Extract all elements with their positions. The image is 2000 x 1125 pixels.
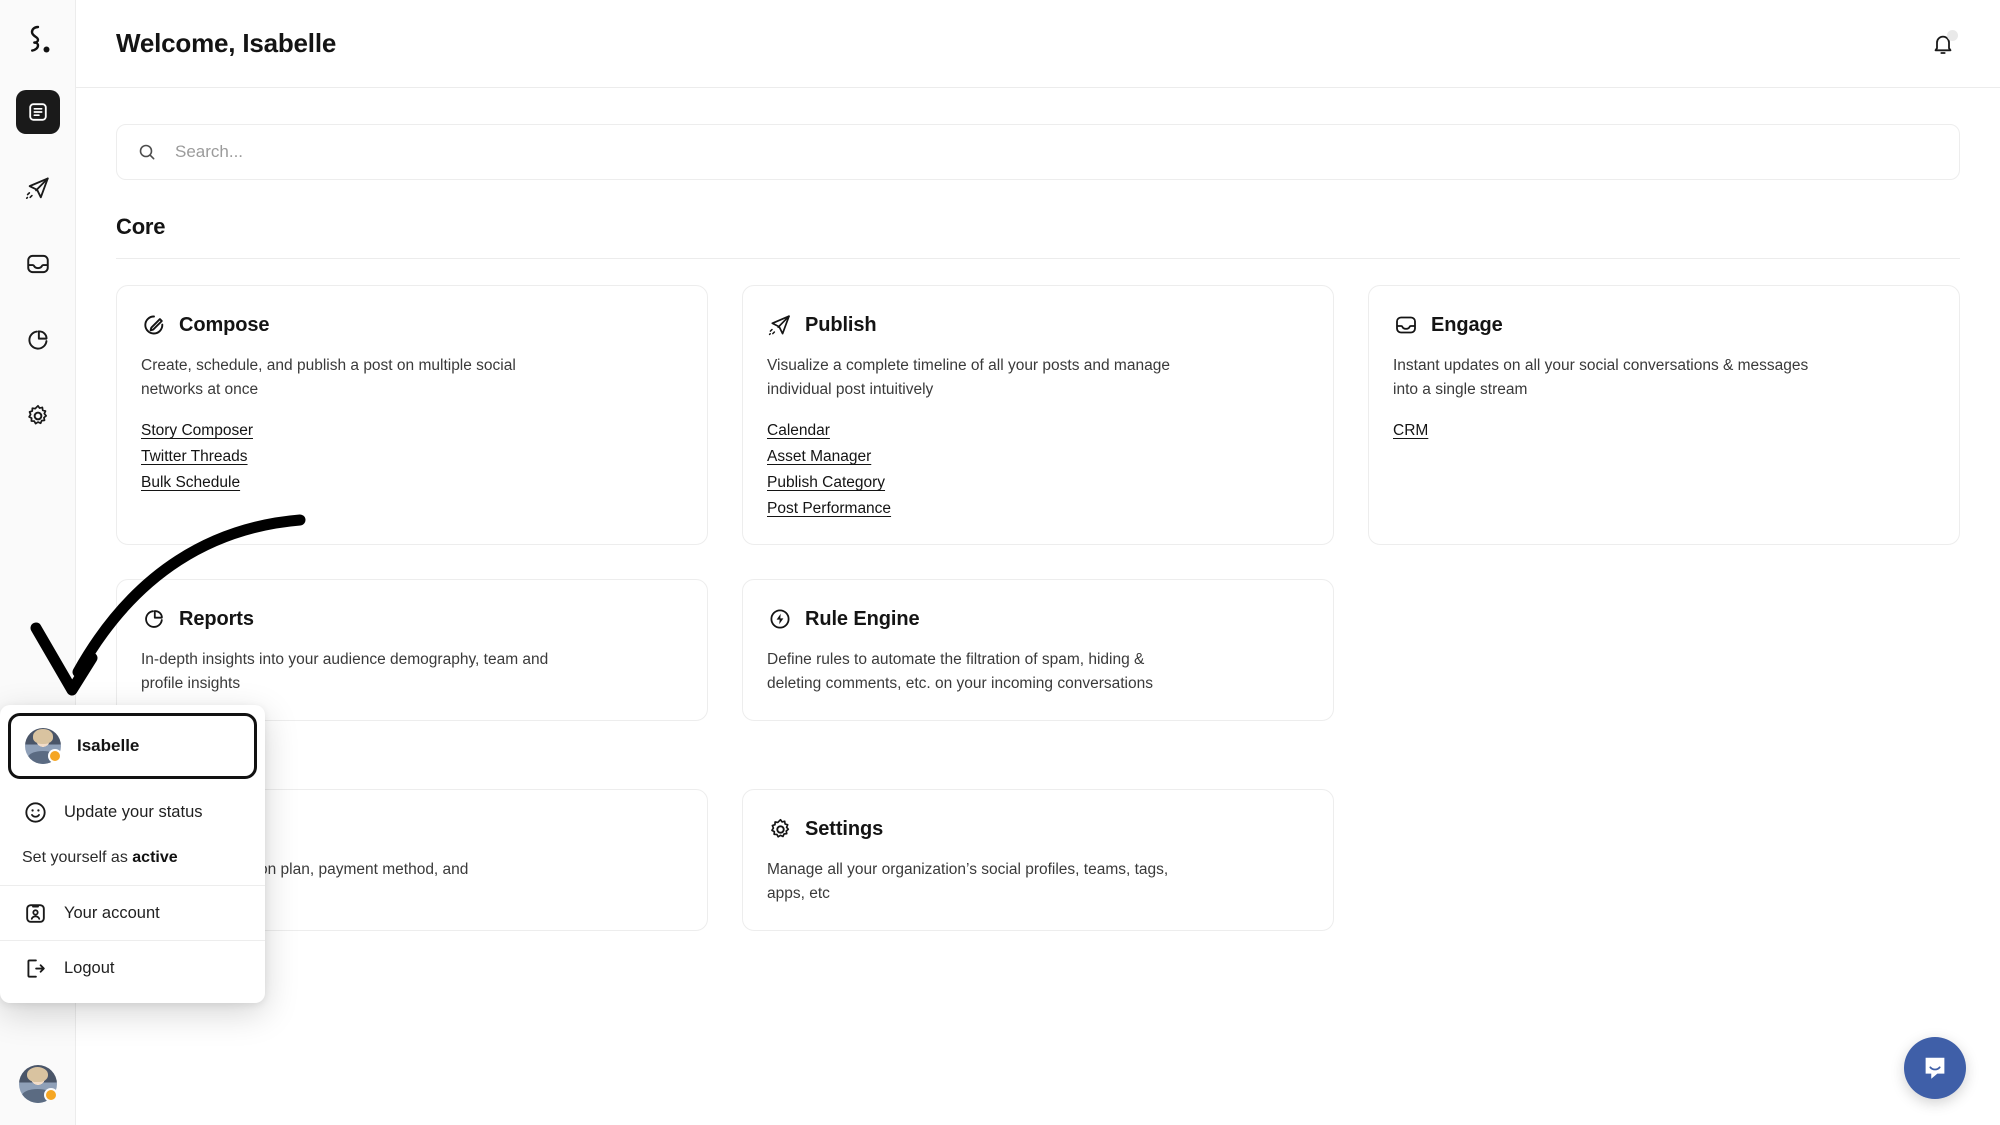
user-menu-popover: Isabelle Update your status Set yourself… — [0, 705, 265, 1003]
compose-pencil-icon — [141, 312, 167, 338]
link-publish-category[interactable]: Publish Category — [767, 472, 885, 494]
link-story-composer[interactable]: Story Composer — [141, 420, 253, 442]
grid-empty-cell — [1368, 789, 1960, 931]
user-menu-status-value: active — [132, 849, 178, 866]
card-title: Reports — [179, 607, 254, 630]
user-menu-logout[interactable]: Logout — [0, 941, 265, 995]
card-title: Settings — [805, 817, 884, 840]
card-publish[interactable]: Publish Visualize a complete timeline of… — [742, 285, 1334, 546]
intercom-chat-icon — [1925, 1057, 1945, 1079]
app-root: Welcome, Isabelle Core — [0, 0, 2000, 1125]
logout-arrow-icon — [22, 955, 48, 981]
user-menu-avatar — [25, 728, 62, 764]
sidebar-avatar[interactable] — [18, 1065, 58, 1103]
card-header: Rule Engine — [767, 606, 1309, 632]
card-engage[interactable]: Engage Instant updates on all your socia… — [1368, 285, 1960, 546]
gear-icon — [767, 816, 793, 842]
paper-plane-icon — [25, 177, 49, 199]
card-description: Visualize a complete timeline of all you… — [767, 357, 1170, 399]
inbox-icon — [1393, 312, 1419, 338]
sidebar-item-publish[interactable] — [16, 166, 60, 210]
card-links: Story Composer Twitter Threads Bulk Sche… — [141, 420, 683, 494]
card-header: Settings — [767, 816, 1309, 842]
chat-launcher-button[interactable] — [1904, 1037, 1966, 1099]
sidebar-item-settings[interactable] — [16, 394, 60, 438]
link-post-performance[interactable]: Post Performance — [767, 498, 891, 520]
sidebar-item-engage[interactable] — [16, 242, 60, 286]
card-settings[interactable]: Settings Manage all your organization’s … — [742, 789, 1334, 932]
link-twitter-threads[interactable]: Twitter Threads — [141, 446, 248, 468]
card-title: Publish — [805, 313, 877, 336]
search-input[interactable] — [175, 142, 1939, 162]
card-compose[interactable]: Compose Create, schedule, and publish a … — [116, 285, 708, 546]
card-description: Instant updates on all your social conve… — [1393, 357, 1809, 399]
user-menu-logout-label: Logout — [64, 958, 115, 977]
link-calendar[interactable]: Calendar — [767, 420, 830, 442]
user-menu-your-account[interactable]: Your account — [0, 886, 265, 940]
smiley-face-icon — [22, 799, 48, 825]
card-title: Engage — [1431, 313, 1503, 336]
card-description: Create, schedule, and publish a post on … — [141, 357, 516, 399]
sidebar-item-reports[interactable] — [16, 318, 60, 362]
brand-logo[interactable] — [16, 18, 60, 62]
section-title-core: Core — [116, 214, 166, 239]
search-icon — [137, 142, 157, 162]
user-menu-update-status[interactable]: Update your status — [0, 785, 265, 839]
user-menu-update-status-label: Update your status — [64, 802, 203, 821]
user-menu-profile-row[interactable]: Isabelle — [8, 713, 257, 779]
inbox-icon — [26, 254, 49, 274]
pie-chart-icon — [27, 330, 48, 350]
notifications-button[interactable] — [1926, 27, 1960, 61]
card-title: Rule Engine — [805, 607, 920, 630]
card-header: Engage — [1393, 312, 1935, 338]
search-bar[interactable] — [116, 124, 1960, 180]
pie-chart-icon — [141, 606, 167, 632]
secondary-card-grid: current subscription plan, payment metho… — [116, 789, 1960, 932]
gear-icon — [27, 404, 47, 425]
card-header: Publish — [767, 312, 1309, 338]
content-area: Core Compose Create, schedule, a — [76, 88, 2000, 932]
section-divider — [116, 258, 1960, 259]
sidebar-item-dashboard[interactable] — [15, 90, 60, 134]
card-links: CRM — [1393, 420, 1935, 442]
card-header: Compose — [141, 312, 683, 338]
avatar-status-badge — [48, 749, 62, 763]
card-rule-engine[interactable]: Rule Engine Define rules to automate the… — [742, 579, 1334, 722]
top-bar: Welcome, Isabelle — [76, 0, 2000, 88]
user-menu-your-account-label: Your account — [64, 903, 160, 922]
card-description: Define rules to automate the filtration … — [767, 651, 1153, 693]
contentstudio-logo-icon — [30, 25, 49, 53]
link-asset-manager[interactable]: Asset Manager — [767, 446, 871, 468]
link-crm[interactable]: CRM — [1393, 420, 1428, 442]
rule-engine-bolt-icon — [767, 606, 793, 632]
card-description: Manage all your organization’s social pr… — [767, 861, 1169, 903]
card-title: Compose — [179, 313, 270, 336]
paper-plane-icon — [767, 312, 793, 338]
avatar-status-badge — [43, 1088, 58, 1102]
card-links: Calendar Asset Manager Publish Category … — [767, 420, 1309, 520]
page-title: Welcome, Isabelle — [116, 28, 337, 58]
core-card-grid-row-1: Compose Create, schedule, and publish a … — [116, 285, 1960, 546]
user-menu-status-prefix: Set yourself as — [22, 849, 133, 866]
user-menu-status-line: Set yourself as active — [0, 839, 265, 885]
notification-indicator — [1947, 29, 1958, 41]
core-card-grid-row-2: Reports In-depth insights into your audi… — [116, 579, 1960, 722]
card-description: In-depth insights into your audience dem… — [141, 651, 549, 693]
main-content: Welcome, Isabelle Core — [76, 0, 2000, 1125]
card-header: Reports — [141, 606, 683, 632]
grid-empty-cell — [1368, 579, 1960, 721]
id-card-icon — [22, 900, 48, 926]
card-reports[interactable]: Reports In-depth insights into your audi… — [116, 579, 708, 722]
user-menu-profile-name: Isabelle — [77, 736, 140, 755]
dashboard-icon — [28, 103, 47, 121]
link-bulk-schedule[interactable]: Bulk Schedule — [141, 472, 240, 494]
